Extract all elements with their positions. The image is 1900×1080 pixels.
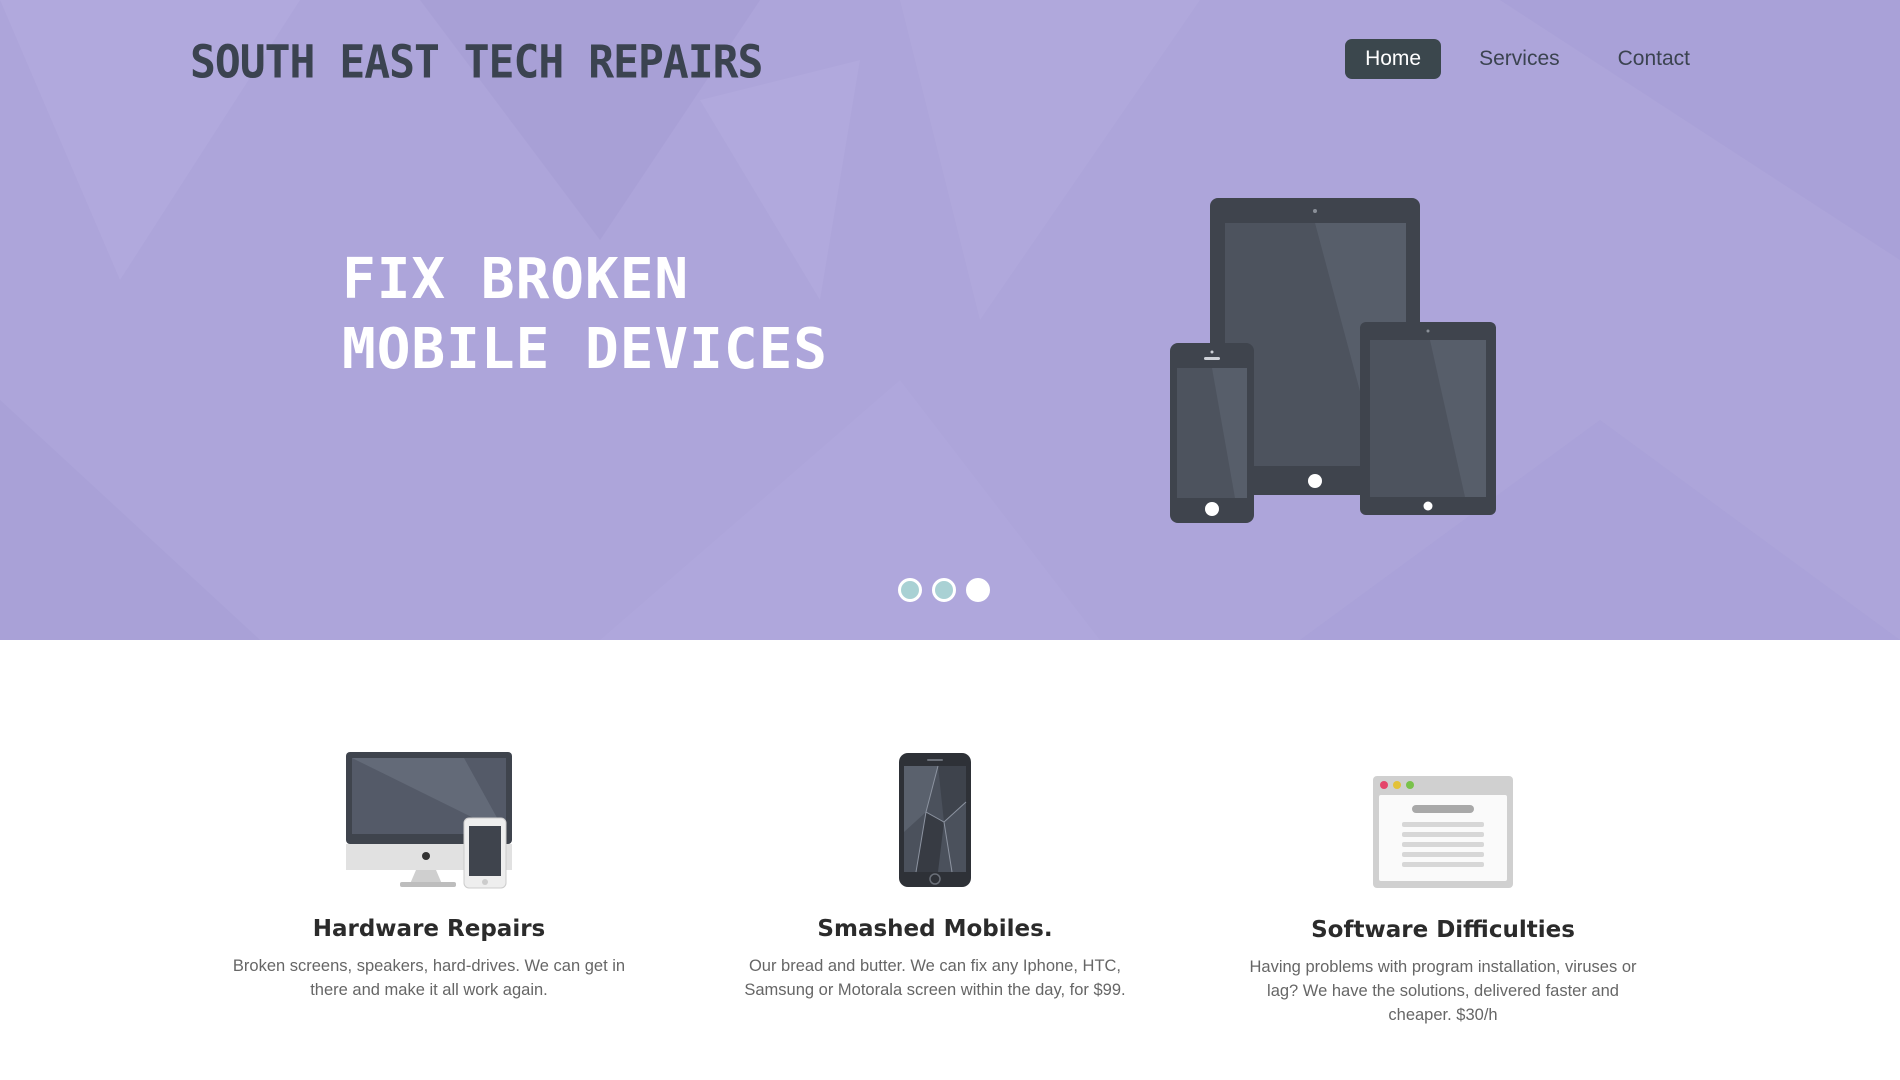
slider-pagination [898, 578, 990, 602]
main-nav: Home Services Contact [1345, 39, 1710, 79]
browser-window-icon [1373, 776, 1513, 888]
slider-dot-1[interactable] [898, 578, 922, 602]
slider-dot-3[interactable] [966, 578, 990, 602]
desktop-and-phone-icon [346, 752, 512, 889]
slider-dot-2[interactable] [932, 578, 956, 602]
feature-hardware-repairs: Hardware Repairs Broken screens, speaker… [219, 750, 639, 1002]
nav-home[interactable]: Home [1345, 39, 1442, 79]
nav-services[interactable]: Services [1459, 39, 1580, 79]
brand-logo[interactable]: SOUTH EAST TECH REPAIRS [190, 37, 763, 90]
hero-headline-line2: MOBILE DEVICES [342, 317, 829, 382]
smashed-phone-icon [899, 753, 971, 887]
feature-title: Software Difficulties [1311, 917, 1575, 943]
feature-smashed-mobiles: Smashed Mobiles. Our bread and butter. W… [725, 752, 1145, 1002]
devices-icon [1170, 198, 1496, 523]
nav-contact[interactable]: Contact [1598, 39, 1710, 79]
hero-background-pattern [0, 0, 1900, 640]
hero-section: SOUTH EAST TECH REPAIRS Home Services Co… [0, 0, 1900, 640]
feature-software-difficulties: Software Difficulties Having problems wi… [1233, 775, 1653, 1027]
feature-description: Having problems with program installatio… [1249, 958, 1637, 1024]
hero-headline: FIX BROKEN MOBILE DEVICES [342, 245, 828, 385]
features-section: Hardware Repairs Broken screens, speaker… [0, 640, 1900, 1080]
feature-title: Hardware Repairs [312, 916, 546, 942]
feature-title: Smashed Mobiles. [817, 916, 1053, 942]
feature-description: Our bread and butter. We can fix any Iph… [744, 957, 1126, 999]
hero-headline-line1: FIX BROKEN [342, 247, 690, 312]
feature-description: Broken screens, speakers, hard-drives. W… [232, 957, 626, 999]
